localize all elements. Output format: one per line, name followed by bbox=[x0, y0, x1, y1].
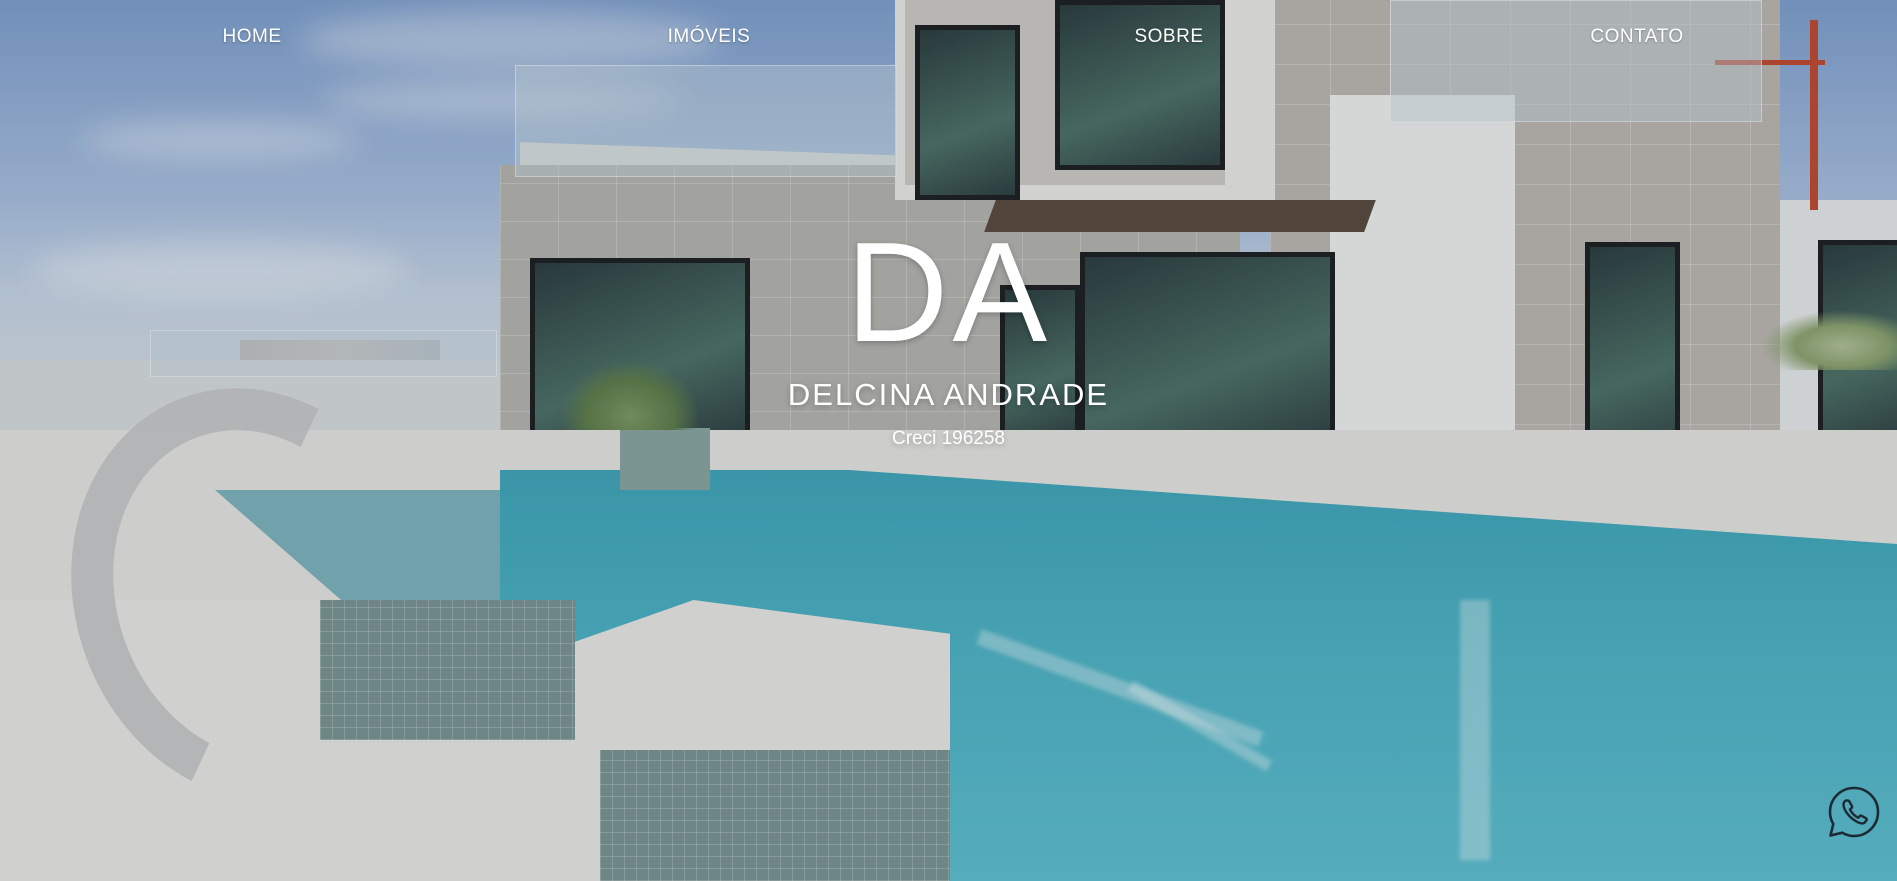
nav-link-imoveis[interactable]: IMÓVEIS bbox=[668, 26, 751, 48]
brand-name: DELCINA ANDRADE bbox=[787, 377, 1110, 412]
main-nav: HOME IMÓVEIS SOBRE CONTATO bbox=[0, 0, 1897, 76]
nav-link-home[interactable]: HOME bbox=[223, 26, 282, 48]
whatsapp-button[interactable] bbox=[1826, 784, 1882, 840]
nav-link-sobre[interactable]: SOBRE bbox=[1134, 26, 1203, 48]
nav-link-contato[interactable]: CONTATO bbox=[1590, 26, 1683, 48]
brand-monogram: DA bbox=[845, 213, 1052, 372]
brand-creci: Creci 196258 bbox=[891, 428, 1006, 449]
hero-section: HOME IMÓVEIS SOBRE CONTATO DA DELCINA AN… bbox=[0, 0, 1897, 881]
whatsapp-icon bbox=[1828, 786, 1880, 838]
